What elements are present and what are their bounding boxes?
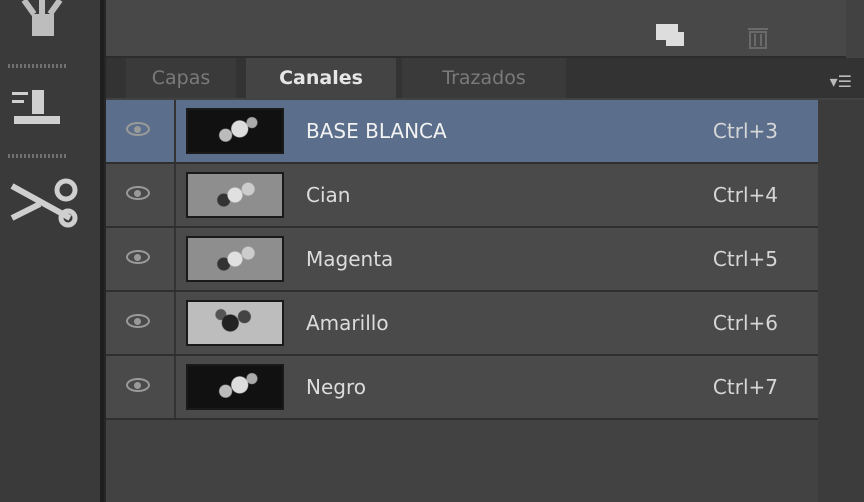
channel-name: Amarillo <box>306 311 389 335</box>
channel-row[interactable]: Amarillo Ctrl+6 <box>106 292 818 356</box>
channel-shortcut: Ctrl+7 <box>712 375 778 399</box>
tab-trazados[interactable]: Trazados <box>402 58 566 98</box>
channel-shortcut: Ctrl+4 <box>712 183 778 207</box>
eye-icon[interactable] <box>126 378 150 392</box>
new-channel-icon[interactable] <box>656 24 684 46</box>
panel-grip[interactable] <box>8 64 68 68</box>
visibility-cell[interactable] <box>106 292 176 354</box>
properties-tool-icon[interactable] <box>10 88 70 128</box>
tab-capas[interactable]: Capas <box>126 58 236 98</box>
panel-tabs: Capas Canales Trazados ▾☰ <box>106 58 864 98</box>
visibility-cell[interactable] <box>106 100 176 162</box>
channel-shortcut: Ctrl+5 <box>712 247 778 271</box>
eye-icon[interactable] <box>126 122 150 136</box>
channel-row[interactable]: Cian Ctrl+4 <box>106 164 818 228</box>
eye-icon[interactable] <box>126 314 150 328</box>
channel-name: Negro <box>306 375 366 399</box>
tool-strip <box>0 0 104 502</box>
channel-shortcut: Ctrl+3 <box>712 119 778 143</box>
tab-canales[interactable]: Canales <box>246 58 396 98</box>
channel-thumbnail <box>186 108 284 154</box>
channel-thumbnail <box>186 300 284 346</box>
channel-thumbnail <box>186 236 284 282</box>
visibility-cell[interactable] <box>106 356 176 418</box>
channels-panel: Capas Canales Trazados ▾☰ BASE BLANCA Ct… <box>104 0 864 502</box>
visibility-cell[interactable] <box>106 164 176 226</box>
channel-name: Magenta <box>306 247 394 271</box>
channel-thumbnail <box>186 172 284 218</box>
trash-icon[interactable] <box>746 24 770 50</box>
channel-thumbnail <box>186 364 284 410</box>
panel-grip[interactable] <box>8 154 68 158</box>
eye-icon[interactable] <box>126 186 150 200</box>
channel-shortcut: Ctrl+6 <box>712 311 778 335</box>
channel-row[interactable]: Negro Ctrl+7 <box>106 356 818 420</box>
visibility-cell[interactable] <box>106 228 176 290</box>
channel-row[interactable]: Magenta Ctrl+5 <box>106 228 818 292</box>
brush-tool-icon[interactable] <box>10 0 70 40</box>
channel-name: BASE BLANCA <box>306 119 447 143</box>
tools-scissors-icon[interactable] <box>10 178 80 228</box>
panel-menu-icon[interactable]: ▾☰ <box>830 72 852 91</box>
panel-top-bar <box>106 0 846 58</box>
scrollbar-track[interactable] <box>818 100 864 502</box>
channel-list: BASE BLANCA Ctrl+3 Cian Ctrl+4 Magenta C… <box>106 100 818 420</box>
channel-name: Cian <box>306 183 351 207</box>
channel-row[interactable]: BASE BLANCA Ctrl+3 <box>106 100 818 164</box>
eye-icon[interactable] <box>126 250 150 264</box>
